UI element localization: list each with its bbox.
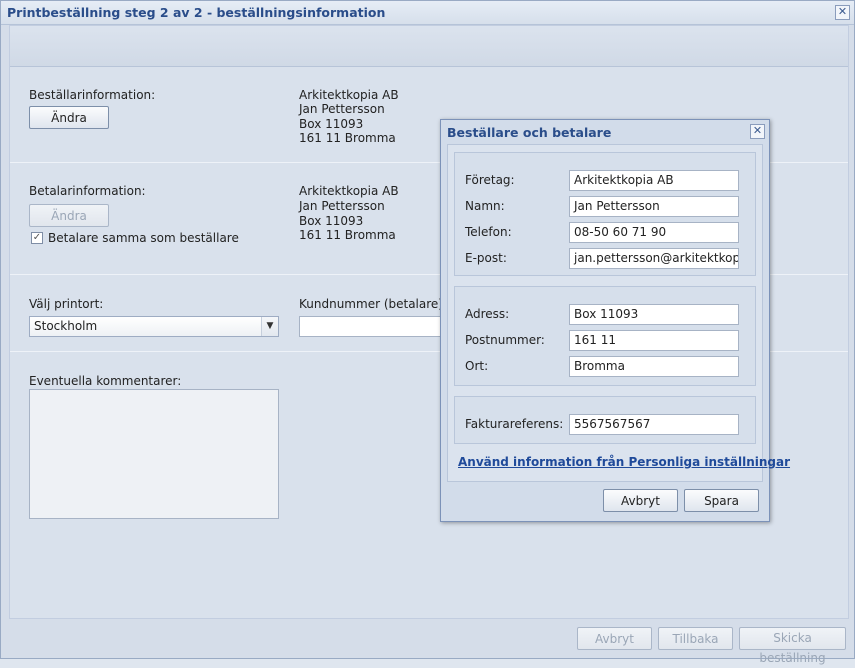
comments-textarea[interactable] bbox=[29, 389, 279, 519]
contact-fieldset: Företag: Arkitektkopia AB Namn: Jan Pett… bbox=[454, 152, 756, 276]
payer-same-checkbox[interactable]: ✓ bbox=[31, 232, 43, 244]
comments-label: Eventuella kommentarer: bbox=[29, 374, 182, 388]
window-close-icon[interactable]: ✕ bbox=[835, 5, 850, 20]
print-location-value: Stockholm bbox=[34, 319, 98, 333]
dialog-close-icon[interactable]: ✕ bbox=[750, 124, 765, 139]
toolbar bbox=[10, 26, 848, 67]
chevron-down-icon[interactable]: ▼ bbox=[261, 317, 278, 336]
payer-same-checkbox-label: Betalare samma som beställare bbox=[48, 231, 239, 245]
phone-field[interactable]: 08-50 60 71 90 bbox=[569, 222, 739, 243]
orderer-address-line: Jan Pettersson bbox=[299, 102, 385, 116]
address-label: Adress: bbox=[465, 307, 510, 321]
payer-address-line: Arkitektkopia AB bbox=[299, 184, 399, 198]
payer-address-line: Box 11093 bbox=[299, 214, 364, 228]
email-label: E-post: bbox=[465, 251, 507, 265]
print-location-label: Välj printort: bbox=[29, 297, 104, 311]
window-title: Printbeställning steg 2 av 2 - beställni… bbox=[7, 5, 386, 20]
address-field[interactable]: Box 11093 bbox=[569, 304, 739, 325]
invoice-reference-label: Fakturareferens: bbox=[465, 417, 564, 431]
email-field[interactable]: jan.pettersson@arkitektkopia.s bbox=[569, 248, 739, 269]
payer-address-line: Jan Pettersson bbox=[299, 199, 385, 213]
orderer-address-line: Arkitektkopia AB bbox=[299, 88, 399, 102]
customer-number-label: Kundnummer (betalare): bbox=[299, 297, 448, 311]
invoice-reference-field[interactable]: 5567567567 bbox=[569, 414, 739, 435]
orderer-label: Beställarinformation: bbox=[29, 88, 156, 102]
payer-address-line: 161 11 Bromma bbox=[299, 228, 396, 242]
orderer-address-line: 161 11 Bromma bbox=[299, 131, 396, 145]
postal-code-label: Postnummer: bbox=[465, 333, 545, 347]
orderer-payer-dialog: Beställare och betalare ✕ Företag: Arkit… bbox=[440, 119, 790, 522]
window-titlebar: Printbeställning steg 2 av 2 - beställni… bbox=[1, 1, 854, 25]
postal-code-field[interactable]: 161 11 bbox=[569, 330, 739, 351]
city-label: Ort: bbox=[465, 359, 489, 373]
payer-change-button[interactable]: Ändra bbox=[29, 204, 109, 227]
dialog-cancel-button[interactable]: Avbryt bbox=[603, 489, 678, 512]
address-fieldset: Adress: Box 11093 Postnummer: 161 11 Ort… bbox=[454, 286, 756, 386]
orderer-change-button[interactable]: Ändra bbox=[29, 106, 109, 129]
dialog-body: Företag: Arkitektkopia AB Namn: Jan Pett… bbox=[447, 144, 790, 482]
use-personal-settings-link[interactable]: Använd information från Personliga instä… bbox=[458, 455, 790, 469]
invoice-fieldset: Fakturareferens: 5567567567 bbox=[454, 396, 756, 444]
cancel-button[interactable]: Avbryt bbox=[577, 627, 652, 650]
dialog-title: Beställare och betalare bbox=[447, 125, 612, 140]
company-label: Företag: bbox=[465, 173, 515, 187]
city-field[interactable]: Bromma bbox=[569, 356, 739, 377]
phone-label: Telefon: bbox=[465, 225, 512, 239]
name-label: Namn: bbox=[465, 199, 505, 213]
back-button[interactable]: Tillbaka bbox=[658, 627, 733, 650]
send-order-button[interactable]: Skicka beställning bbox=[739, 627, 846, 665]
customer-number-input[interactable] bbox=[299, 316, 449, 337]
print-location-select[interactable]: Stockholm ▼ bbox=[29, 316, 279, 337]
dialog-save-button[interactable]: Spara bbox=[684, 489, 759, 512]
company-field[interactable]: Arkitektkopia AB bbox=[569, 170, 739, 191]
name-field[interactable]: Jan Pettersson bbox=[569, 196, 739, 217]
orderer-address-line: Box 11093 bbox=[299, 117, 364, 131]
payer-label: Betalarinformation: bbox=[29, 184, 146, 198]
